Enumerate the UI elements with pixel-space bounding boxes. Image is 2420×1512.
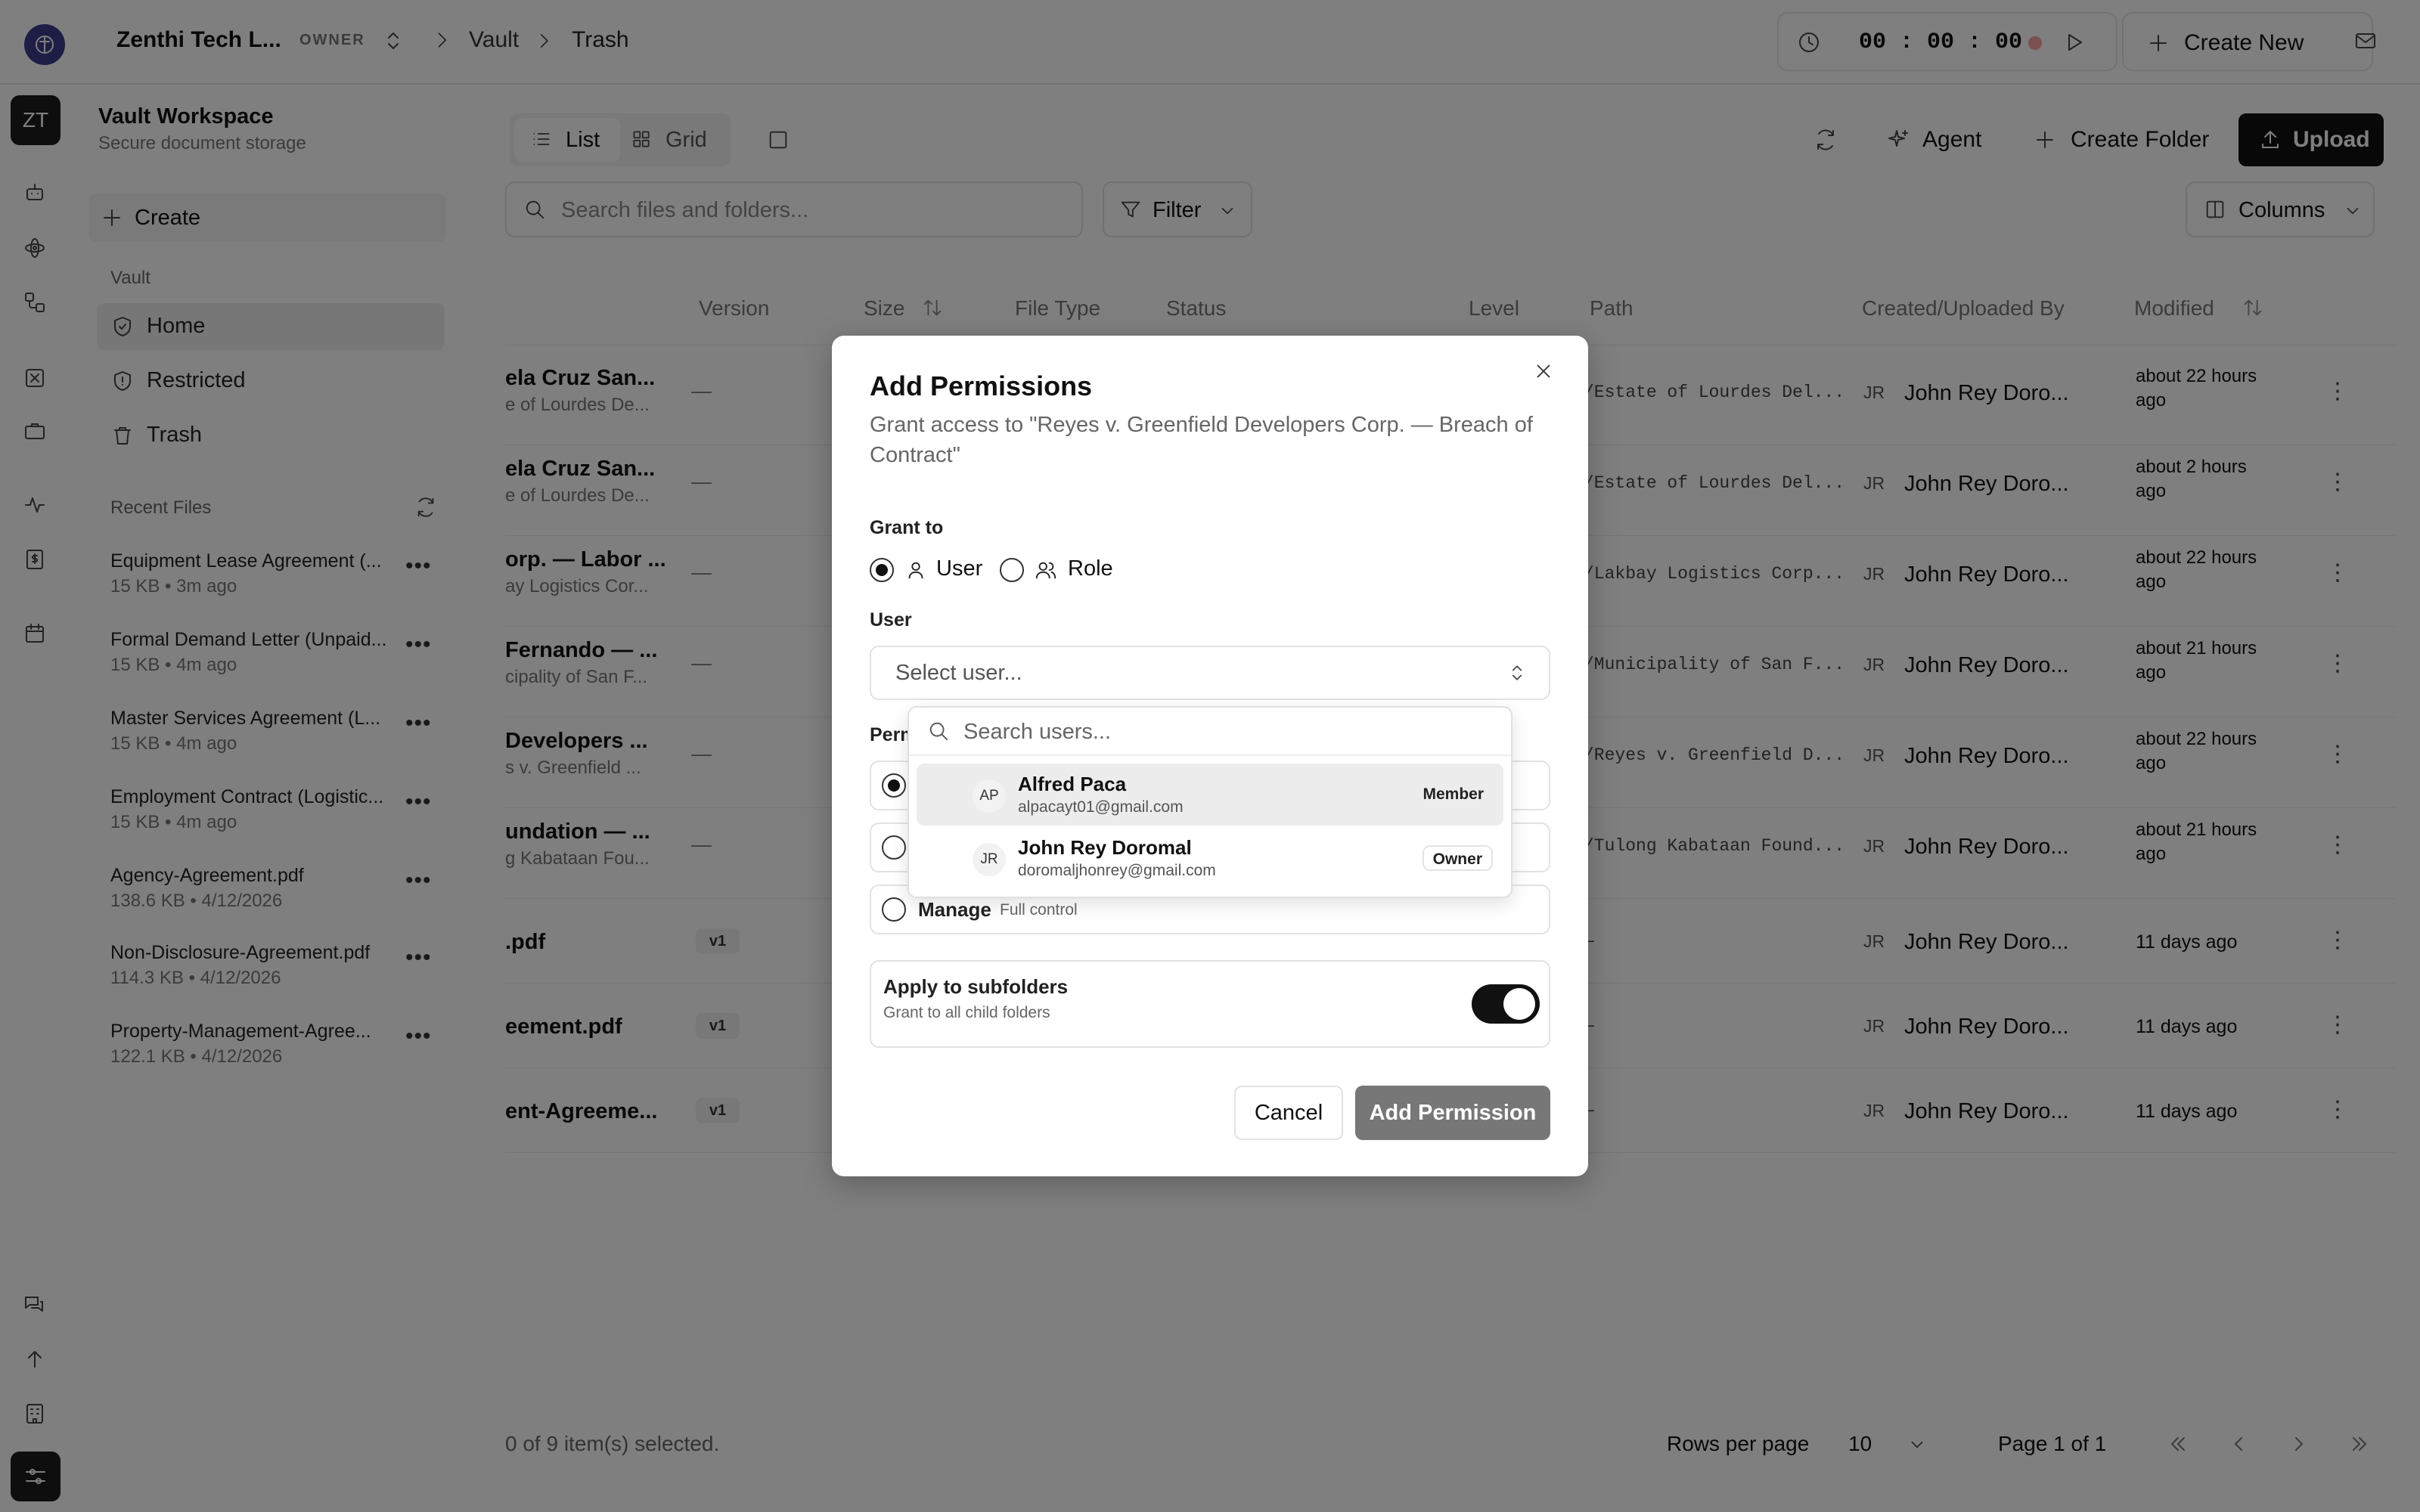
dialog-title: Add Permissions xyxy=(870,370,1093,401)
user-select-dropdown: Search users... AP Alfred Paca alpacayt0… xyxy=(908,706,1512,898)
close-icon[interactable] xyxy=(1532,360,1555,383)
user-select-placeholder: Select user... xyxy=(895,661,1022,685)
avatar: AP xyxy=(973,779,1006,813)
subfolders-toggle[interactable] xyxy=(1472,984,1540,1024)
user-option-email: doromaljhonrey@gmail.com xyxy=(1018,862,1216,879)
search-icon xyxy=(927,720,950,742)
user-option-email: alpacayt01@gmail.com xyxy=(1018,798,1184,816)
role-badge: Member xyxy=(1423,785,1484,803)
add-permission-button[interactable]: Add Permission xyxy=(1355,1086,1550,1140)
chevrons-up-down-icon xyxy=(1506,662,1528,683)
user-option-john-rey-doromal[interactable]: JR John Rey Doromal doromaljhonrey@gmail… xyxy=(917,827,1503,889)
grant-user-radio[interactable] xyxy=(870,558,894,582)
user-option-name: John Rey Doromal xyxy=(1018,836,1192,859)
manage-description: Full control xyxy=(1000,901,1078,919)
user-option-name: Alfred Paca xyxy=(1018,773,1127,795)
grant-role-label[interactable]: Role xyxy=(1068,556,1113,581)
dropdown-divider xyxy=(909,754,1511,756)
permission-manage-radio[interactable] xyxy=(882,897,906,922)
grant-user-label[interactable]: User xyxy=(936,556,982,581)
subfolders-option: Apply to subfolders Grant to all child f… xyxy=(870,960,1550,1048)
cancel-label: Cancel xyxy=(1254,1101,1323,1125)
subfolders-description: Grant to all child folders xyxy=(883,1004,1050,1021)
toggle-knob xyxy=(1503,988,1535,1020)
grant-role-radio[interactable] xyxy=(1000,558,1024,582)
user-field-label: User xyxy=(870,609,912,631)
role-badge: Owner xyxy=(1422,845,1493,871)
user-search-input[interactable]: Search users... xyxy=(963,720,1111,745)
user-option-alfred-paca[interactable]: AP Alfred Paca alpacayt01@gmail.com Memb… xyxy=(917,764,1503,826)
add-permission-label: Add Permission xyxy=(1369,1101,1537,1125)
grant-to-label: Grant to xyxy=(870,517,944,538)
manage-label: Manage xyxy=(918,898,991,921)
avatar: JR xyxy=(973,843,1006,876)
cancel-button[interactable]: Cancel xyxy=(1234,1086,1343,1140)
user-select[interactable]: Select user... xyxy=(870,646,1550,700)
user-icon xyxy=(904,559,927,581)
permission-view-radio[interactable] xyxy=(882,773,906,798)
users-icon xyxy=(1035,559,1057,581)
subfolders-title: Apply to subfolders xyxy=(883,975,1069,998)
dialog-description: Grant access to "Reyes v. Greenfield Dev… xyxy=(870,413,1533,467)
permission-edit-radio[interactable] xyxy=(882,835,906,860)
